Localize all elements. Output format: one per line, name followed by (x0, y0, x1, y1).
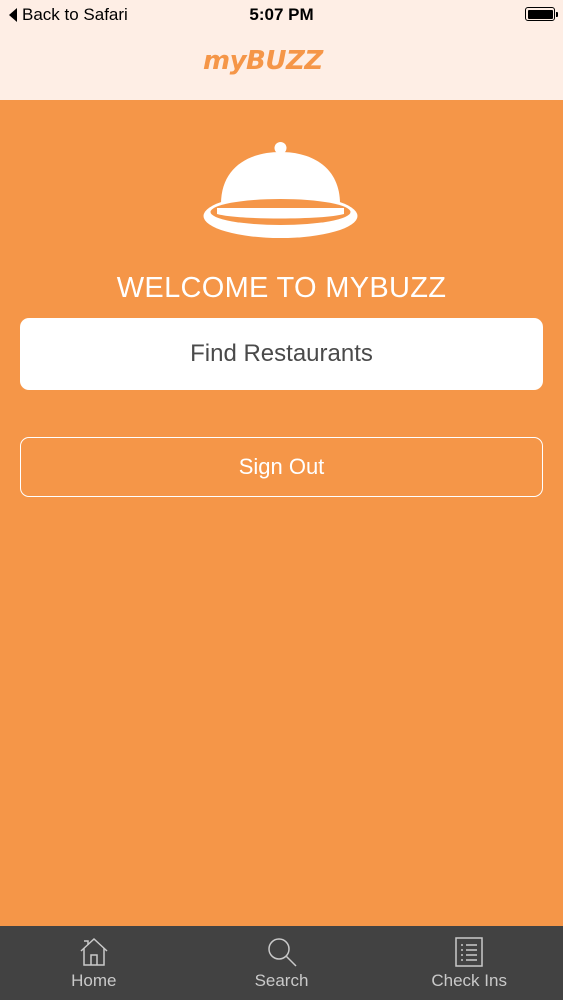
tab-checkins[interactable]: Check Ins (375, 926, 563, 1000)
tab-bar: Home Search Check Ins (0, 926, 563, 1000)
tab-checkins-label: Check Ins (431, 971, 507, 990)
app-logo: myBUZZ (203, 46, 323, 76)
status-time: 5:07 PM (249, 5, 314, 24)
tab-search[interactable]: Search (188, 926, 376, 1000)
tab-home-label: Home (71, 971, 117, 990)
nav-bar: myBUZZ (0, 30, 563, 100)
tab-home[interactable]: Home (0, 926, 188, 1000)
cloche-icon (203, 142, 358, 238)
search-icon (267, 938, 297, 967)
sign-out-button[interactable]: Sign Out (20, 437, 543, 497)
welcome-heading: WELCOME TO MYBUZZ (116, 272, 447, 304)
checklist-icon (455, 937, 483, 967)
home-icon (80, 937, 108, 966)
battery-icon (525, 7, 558, 21)
find-restaurants-button[interactable]: Find Restaurants (20, 318, 543, 390)
status-bar: Back to Safari 5:07 PM (0, 0, 563, 30)
tab-search-label: Search (254, 971, 309, 990)
